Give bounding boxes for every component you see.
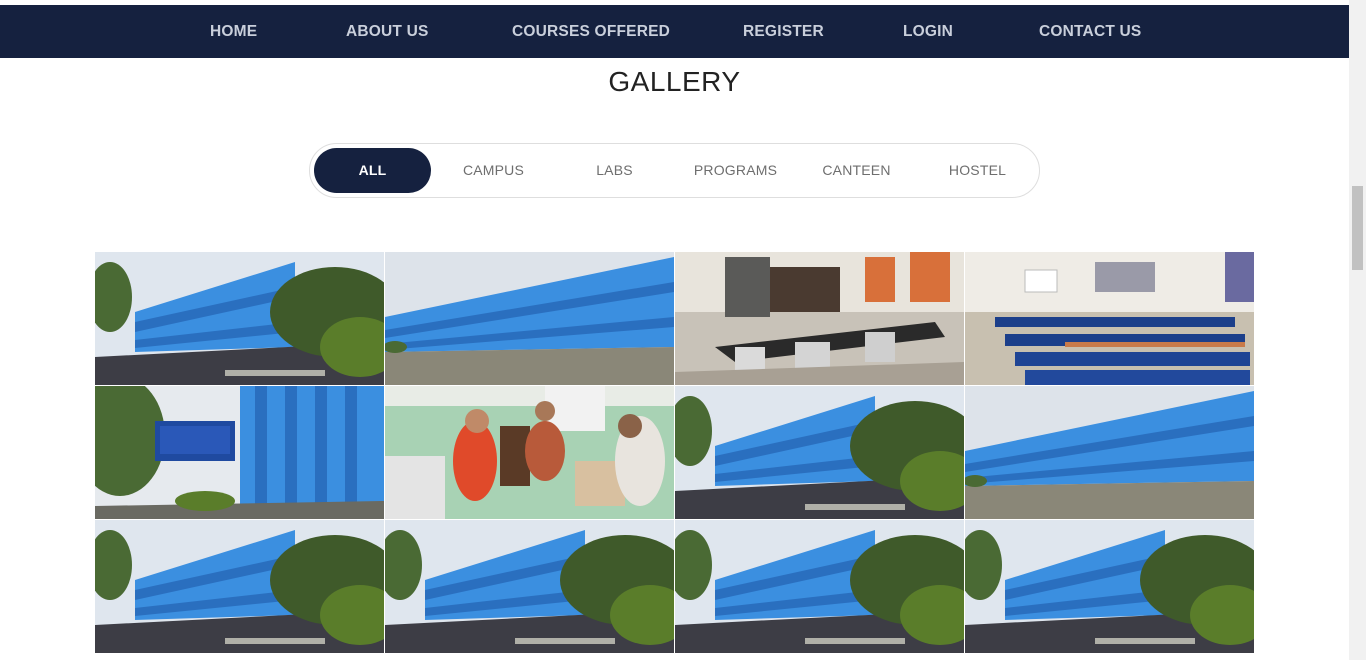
- filter-labs-tab[interactable]: LABS: [556, 148, 673, 193]
- gallery-title: GALLERY: [608, 66, 741, 97]
- filter-all-tab[interactable]: ALL: [314, 148, 431, 193]
- building-photo: [385, 520, 674, 653]
- building-photo: [95, 252, 384, 385]
- gallery-image-building-front-5[interactable]: [675, 520, 964, 653]
- nav-login-link[interactable]: LOGIN: [903, 5, 953, 58]
- gallery-image-building-front-2[interactable]: [675, 386, 964, 519]
- gallery-image-building-front[interactable]: [95, 252, 384, 385]
- nav-courses-link[interactable]: COURSES OFFERED: [512, 5, 670, 58]
- building-photo: [965, 520, 1254, 653]
- nav-contact-link[interactable]: CONTACT US: [1039, 5, 1141, 58]
- gallery-image-entrance[interactable]: [95, 386, 384, 519]
- page-scrollbar[interactable]: [1349, 0, 1366, 660]
- main-navbar: HOME ABOUT US COURSES OFFERED REGISTER L…: [0, 5, 1349, 58]
- gallery-image-building-side-2[interactable]: [965, 386, 1254, 519]
- scrollbar-thumb[interactable]: [1352, 186, 1363, 270]
- classroom-photo: [965, 252, 1254, 385]
- filter-canteen-tab[interactable]: CANTEEN: [798, 148, 915, 193]
- nav-about-link[interactable]: ABOUT US: [346, 5, 429, 58]
- gallery-image-building-side[interactable]: [385, 252, 674, 385]
- gallery-image-program-event[interactable]: [385, 386, 674, 519]
- nav-home-link[interactable]: HOME: [210, 5, 257, 58]
- gallery-image-building-front-3[interactable]: [95, 520, 384, 653]
- building-photo: [675, 386, 964, 519]
- gallery-image-building-front-6[interactable]: [965, 520, 1254, 653]
- program-event-photo: [385, 386, 674, 519]
- filter-hostel-tab[interactable]: HOSTEL: [919, 148, 1036, 193]
- building-photo: [965, 386, 1254, 519]
- nav-register-link[interactable]: REGISTER: [743, 5, 824, 58]
- gallery-filter-bar: ALL CAMPUS LABS PROGRAMS CANTEEN HOSTEL: [309, 143, 1040, 198]
- gallery-image-building-front-4[interactable]: [385, 520, 674, 653]
- filter-programs-tab[interactable]: PROGRAMS: [677, 148, 794, 193]
- filter-campus-tab[interactable]: CAMPUS: [435, 148, 552, 193]
- entrance-photo: [95, 386, 384, 519]
- building-photo: [385, 252, 674, 385]
- building-photo: [675, 520, 964, 653]
- gallery-image-classroom[interactable]: [965, 252, 1254, 385]
- gallery-image-meeting-room[interactable]: [675, 252, 964, 385]
- meeting-room-photo: [675, 252, 964, 385]
- building-photo: [95, 520, 384, 653]
